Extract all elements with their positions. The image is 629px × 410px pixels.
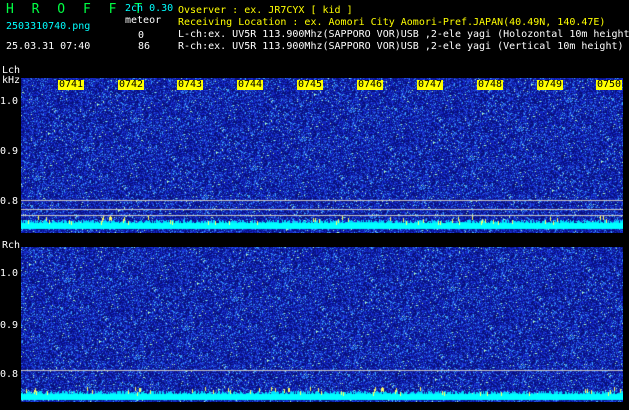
time-label: 0746	[357, 79, 384, 90]
lch-spectrogram-canvas	[21, 78, 623, 233]
rch-spectrogram	[21, 247, 623, 402]
rch-label: Rch	[2, 240, 21, 251]
time-label: 0745	[297, 79, 324, 90]
time-label: 0747	[417, 79, 444, 90]
lch-ytick-1: 1.0	[0, 96, 19, 107]
lch-ytick-3: 0.8	[0, 196, 19, 207]
rch-spectrogram-canvas	[21, 247, 623, 402]
location-info: Receiving Location : ex. Aomori City Aom…	[178, 17, 606, 28]
time-label: 0750	[596, 79, 623, 90]
rch-info: R-ch:ex. UV5R 113.900Mhz(SAPPORO VOR)USB…	[178, 41, 624, 52]
meteor-count-lch: 0	[138, 30, 145, 41]
lch-unit-label: kHz	[2, 75, 21, 86]
version-label: 2ch 0.30	[125, 3, 174, 14]
meteor-count-label: meteor	[125, 15, 162, 26]
time-label: 0744	[237, 79, 264, 90]
datetime-label: 25.03.31 07:40	[6, 41, 91, 52]
rch-ytick-2: 0.9	[0, 320, 19, 331]
lch-spectrogram	[21, 78, 623, 233]
filename-label: 2503310740.png	[6, 21, 91, 32]
rch-ytick-1: 1.0	[0, 268, 19, 279]
time-label: 0749	[537, 79, 564, 90]
lch-info: L-ch:ex. UV5R 113.900Mhz(SAPPORO VOR)USB…	[178, 29, 629, 40]
lch-ytick-2: 0.9	[0, 146, 19, 157]
time-label: 0741	[58, 79, 85, 90]
observer-info: Ovserver : ex. JR7CYX [ kid ]	[178, 5, 353, 16]
rch-ytick-3: 0.8	[0, 369, 19, 380]
time-label: 0748	[477, 79, 504, 90]
meteor-count-rch: 86	[138, 41, 151, 52]
time-label: 0742	[118, 79, 145, 90]
time-label: 0743	[177, 79, 204, 90]
